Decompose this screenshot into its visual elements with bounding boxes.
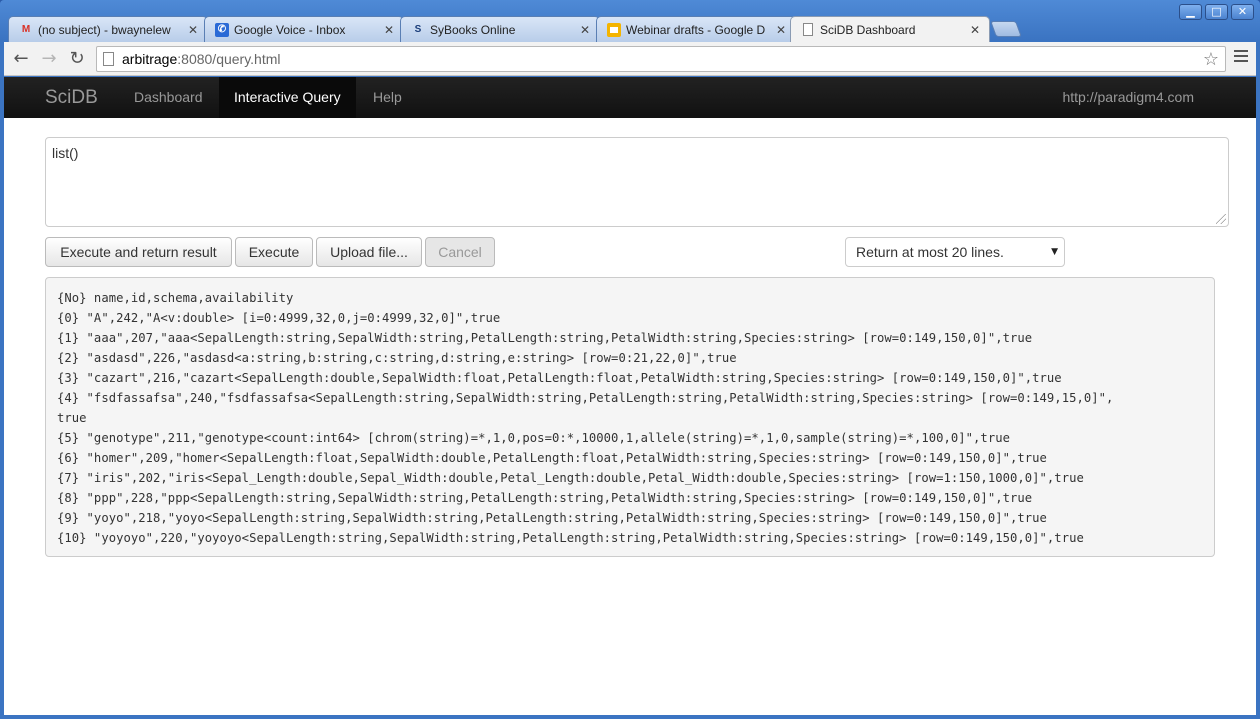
url-path: :8080/query.html [177, 51, 281, 67]
result-line: {7} "iris",202,"iris<Sepal_Length:double… [57, 471, 1084, 485]
tab-title: SyBooks Online [430, 22, 516, 37]
back-icon[interactable]: ← [10, 48, 32, 70]
slides-icon [607, 22, 621, 37]
tab-strip: M (no subject) - bwaynelew ✕ ✆ Google Vo… [8, 16, 1208, 42]
resize-handle[interactable] [1216, 214, 1226, 224]
tab-title: SciDB Dashboard [820, 22, 916, 37]
close-icon[interactable]: ✕ [775, 23, 787, 37]
nav-help[interactable]: Help [358, 77, 417, 118]
result-line: true [57, 411, 87, 425]
nav-dashboard[interactable]: Dashboard [119, 77, 218, 118]
result-line: {0} "A",242,"A<v:double> [i=0:4999,32,0,… [57, 311, 501, 325]
query-input[interactable]: list() [45, 137, 1229, 227]
menu-icon[interactable] [1234, 50, 1248, 64]
close-icon[interactable]: ✕ [383, 23, 395, 37]
browser-toolbar: ← → ↻ arbitrage:8080/query.html ☆ [4, 42, 1256, 76]
result-line: {8} "ppp",228,"ppp<SepalLength:string,Se… [57, 491, 1033, 505]
address-bar[interactable]: arbitrage:8080/query.html ☆ [96, 46, 1226, 72]
paradigm4-link[interactable]: http://paradigm4.com [1062, 77, 1194, 118]
result-line: {3} "cazart",216,"cazart<SepalLength:dou… [57, 371, 1062, 385]
tab-gmail[interactable]: M (no subject) - bwaynelew ✕ [8, 16, 208, 42]
page-content: SciDB Dashboard Interactive Query Help h… [4, 77, 1256, 715]
result-line: {4} "fsdfassafsa",240,"fsdfassafsa<Sepal… [57, 391, 1114, 405]
maximize-icon[interactable]: □ [1205, 4, 1228, 20]
line-limit-value: Return at most 20 lines. [856, 244, 1004, 260]
close-icon[interactable]: ✕ [187, 23, 199, 37]
result-line: {1} "aaa",207,"aaa<SepalLength:string,Se… [57, 331, 1033, 345]
result-line: {5} "genotype",211,"genotype<count:int64… [57, 431, 1010, 445]
bookmark-star-icon[interactable]: ☆ [1203, 49, 1219, 70]
tab-webinar-drafts[interactable]: Webinar drafts - Google D ✕ [596, 16, 796, 42]
page-icon [103, 52, 114, 66]
tab-google-voice[interactable]: ✆ Google Voice - Inbox ✕ [204, 16, 404, 42]
new-tab-button[interactable] [990, 21, 1022, 37]
result-line: {9} "yoyo",218,"yoyo<SepalLength:string,… [57, 511, 1047, 525]
nav-interactive-query[interactable]: Interactive Query [219, 77, 356, 118]
app-navbar: SciDB Dashboard Interactive Query Help h… [4, 77, 1256, 118]
result-line: {10} "yoyoyo",220,"yoyoyo<SepalLength:st… [57, 531, 1084, 545]
brand-logo[interactable]: SciDB [45, 77, 98, 118]
upload-file-button[interactable]: Upload file... [316, 237, 422, 267]
result-line: {No} name,id,schema,availability [57, 291, 294, 305]
browser-window: ▁ □ ✕ M (no subject) - bwaynelew ✕ ✆ Goo… [0, 0, 1260, 719]
close-icon[interactable]: ✕ [579, 23, 591, 37]
page-icon [801, 23, 815, 37]
execute-button[interactable]: Execute [235, 237, 313, 267]
phone-icon: ✆ [215, 22, 229, 37]
result-line: {2} "asdasd",226,"asdasd<a:string,b:stri… [57, 351, 737, 365]
close-window-icon[interactable]: ✕ [1231, 4, 1254, 20]
tab-title: (no subject) - bwaynelew [38, 22, 171, 37]
result-line: {6} "homer",209,"homer<SepalLength:float… [57, 451, 1047, 465]
tab-sybooks[interactable]: S SyBooks Online ✕ [400, 16, 600, 42]
line-limit-select[interactable]: Return at most 20 lines. ▼ [845, 237, 1065, 267]
forward-icon[interactable]: → [38, 48, 60, 70]
cancel-button[interactable]: Cancel [425, 237, 495, 267]
tab-title: Google Voice - Inbox [234, 22, 346, 37]
close-icon[interactable]: ✕ [969, 23, 981, 37]
chevron-down-icon: ▼ [1051, 247, 1058, 257]
execute-and-return-button[interactable]: Execute and return result [45, 237, 232, 267]
gmail-icon: M [21, 24, 31, 35]
url-host: arbitrage [122, 51, 178, 67]
tab-title: Webinar drafts - Google D [626, 22, 766, 37]
book-icon: S [414, 24, 422, 35]
tab-scidb-dashboard[interactable]: SciDB Dashboard ✕ [790, 16, 990, 42]
reload-icon[interactable]: ↻ [66, 48, 88, 70]
query-result: {No} name,id,schema,availability {0} "A"… [45, 277, 1215, 557]
